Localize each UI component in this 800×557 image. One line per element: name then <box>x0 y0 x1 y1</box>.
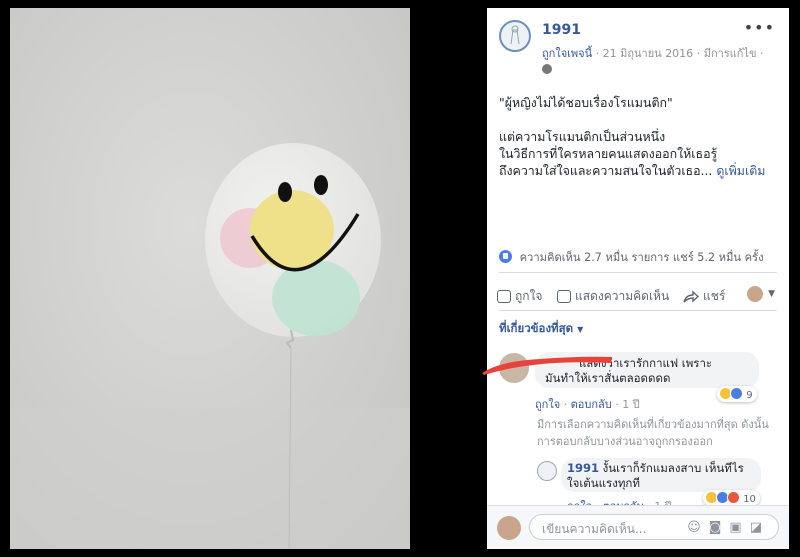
filter-notice: มีการเลือกความคิดเห็นที่เกี่ยวข้องมากที่… <box>537 418 769 448</box>
composer-icons: ☺◙▣◪ <box>687 520 770 535</box>
globe-icon <box>542 64 552 74</box>
stats-text[interactable]: ความคิดเห็น 2.7 หมื่น รายการ แชร์ 5.2 หม… <box>520 251 764 264</box>
share-button[interactable]: แชร์ <box>683 287 725 306</box>
gif-icon[interactable]: ▣ <box>729 520 749 535</box>
reaction-count: 10 <box>743 494 756 505</box>
redaction-scribble <box>482 356 612 375</box>
like-reaction-icon <box>730 387 743 400</box>
page-name-link[interactable]: 1991 <box>542 22 581 38</box>
chevron-down-icon: ▼ <box>577 325 584 334</box>
reply-author-link[interactable]: 1991 <box>567 461 599 475</box>
post-text-line: "ผู้หญิงไม่ได้ชอบเรื่องโรแมนติก" <box>499 95 673 110</box>
post-text-line: ถึงความใส่ใจและความสนใจในตัวเธอ... <box>499 163 713 178</box>
divider <box>499 272 777 273</box>
emoji-icon[interactable]: ☺ <box>687 520 709 535</box>
balloon-photo-image <box>10 8 410 549</box>
more-options-icon[interactable]: ••• <box>744 18 775 37</box>
post-text: "ผู้หญิงไม่ได้ชอบเรื่องโรแมนติก" แต่ความ… <box>499 94 779 179</box>
post-text-line: แต่ความโรแมนติกเป็นส่วนหนึ่ง <box>499 129 666 144</box>
camera-icon[interactable]: ◙ <box>709 520 730 535</box>
post-stats[interactable]: ความคิดเห็น 2.7 หมื่น รายการ แชร์ 5.2 หม… <box>499 248 779 266</box>
comment-icon <box>557 290 571 303</box>
comment-button[interactable]: แสดงความคิดเห็น <box>557 287 669 306</box>
viewer-avatar <box>497 516 521 540</box>
thumbs-up-icon <box>497 290 511 303</box>
edited-label[interactable]: มีการแก้ไข <box>704 47 757 60</box>
reply-bubble: 1991 งั้นเราก็รักแมลงสาบ เห็นทีไร ใจเต้น… <box>561 458 761 492</box>
share-label: แชร์ <box>703 289 726 303</box>
liked-page-label[interactable]: ถูกใจเพจนี้ <box>542 47 592 60</box>
like-label: ถูกใจ <box>515 289 543 303</box>
comment-composer: เขียนความคิดเห็น... ☺◙▣◪ <box>487 505 789 549</box>
post-photo[interactable] <box>10 8 410 549</box>
avatar-sketch-icon <box>510 25 520 45</box>
post-text-line: ในวิธีการที่ใครหลายคนแสดงออกให้เธอรู้ <box>499 146 718 161</box>
sticker-icon[interactable]: ◪ <box>750 520 770 535</box>
comment-placeholder: เขียนความคิดเห็น... <box>542 522 647 536</box>
comment-actions: ถูกใจ · ตอบกลับ · 1 ปี <box>535 398 640 411</box>
comment-input[interactable]: เขียนความคิดเห็น... ☺◙▣◪ <box>529 514 779 540</box>
angry-reaction-icon <box>727 491 740 504</box>
comment-label: แสดงความคิดเห็น <box>575 289 670 303</box>
chevron-down-icon[interactable]: ▼ <box>768 289 775 299</box>
comment-reactions[interactable]: 9 <box>717 386 757 402</box>
divider <box>499 310 777 311</box>
comment-filter-dropdown[interactable]: ที่เกี่ยวข้องที่สุด ▼ <box>499 320 583 338</box>
post-date[interactable]: 21 มิถุนายน 2016 <box>603 47 694 60</box>
comment-reply-link[interactable]: ตอบกลับ <box>571 398 612 411</box>
comment-filter-label: ที่เกี่ยวข้องที่สุด <box>499 321 574 335</box>
post-meta: ถูกใจเพจนี้ · 21 มิถุนายน 2016 · มีการแก… <box>542 47 764 60</box>
post-header: 1991 ถูกใจเพจนี้ · 21 มิถุนายน 2016 · มี… <box>487 8 789 78</box>
see-more-link[interactable]: ดูเพิ่มเติม <box>716 163 765 178</box>
share-arrow-icon <box>683 290 699 303</box>
reply-avatar[interactable] <box>537 461 557 481</box>
like-button[interactable]: ถูกใจ <box>497 287 542 306</box>
post-panel: 1991 ถูกใจเพจนี้ · 21 มิถุนายน 2016 · มี… <box>487 8 789 549</box>
action-bar: ถูกใจ แสดงความคิดเห็น แชร์ ▼ <box>495 284 785 308</box>
like-reaction-icon <box>499 250 512 263</box>
comment-like-link[interactable]: ถูกใจ <box>535 398 560 411</box>
comment-age[interactable]: 1 ปี <box>622 398 639 411</box>
reply-text-line: ใจเต้นแรงทุกที <box>567 476 640 490</box>
viewer-avatar[interactable] <box>747 286 763 302</box>
reply-text-line: งั้นเราก็รักแมลงสาบ เห็นทีไร <box>602 461 744 475</box>
reply-reactions[interactable]: 10 <box>703 490 760 506</box>
page-avatar[interactable] <box>499 20 531 52</box>
reaction-count: 9 <box>746 390 753 401</box>
